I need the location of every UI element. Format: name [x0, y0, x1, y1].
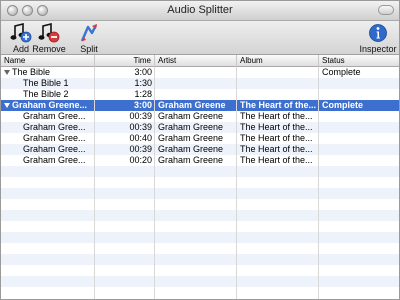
row-status: Complete: [322, 67, 361, 77]
empty-row: [1, 210, 399, 221]
column-divider: [236, 67, 237, 299]
row-status: [319, 78, 399, 89]
row-time: 1:28: [134, 89, 152, 99]
row-time: 00:39: [129, 122, 152, 132]
empty-row: [1, 265, 399, 276]
empty-row: [1, 177, 399, 188]
table-row[interactable]: Graham Gree... 00:39 Graham Greene The H…: [1, 111, 399, 122]
row-status: [319, 144, 399, 155]
empty-row: [1, 287, 399, 298]
empty-row: [1, 188, 399, 199]
row-name: The Bible: [12, 67, 51, 77]
row-artist: Graham Greene: [158, 122, 224, 132]
toolbar-toggle-button[interactable]: [378, 5, 394, 15]
column-divider: [94, 67, 95, 299]
row-artist: Graham Greene: [158, 155, 224, 165]
table-row[interactable]: Graham Gree... 00:20 Graham Greene The H…: [1, 155, 399, 166]
row-album: The Heart of the...: [240, 144, 313, 154]
table-row-selected-graham-greene[interactable]: Graham Greene... 3:00 Graham Greene The …: [1, 100, 399, 111]
row-name: Graham Gree...: [23, 155, 86, 165]
row-artist: [155, 78, 237, 89]
music-note-minus-icon: [38, 23, 60, 43]
remove-button[interactable]: Remove: [29, 22, 69, 54]
info-icon: [369, 24, 387, 42]
disclosure-triangle-icon[interactable]: [4, 103, 10, 108]
row-status: [319, 122, 399, 133]
split-button[interactable]: Split: [69, 22, 109, 54]
app-window: Audio Splitter Add Remove Split Inspecto…: [0, 0, 400, 300]
row-album: The Heart of the...: [240, 122, 313, 132]
row-status: Complete: [322, 100, 364, 110]
remove-button-label: Remove: [32, 44, 66, 54]
row-time: 3:00: [133, 100, 152, 110]
split-arrow-icon: [80, 24, 98, 42]
column-header-artist[interactable]: Artist: [155, 55, 237, 67]
table-rows: The Bible 3:00 Complete The Bible 1 1:30…: [1, 67, 399, 299]
row-name: The Bible 1: [23, 78, 69, 88]
empty-row: [1, 221, 399, 232]
column-header-album[interactable]: Album: [237, 55, 319, 67]
empty-row: [1, 199, 399, 210]
row-artist: Graham Greene: [158, 133, 224, 143]
row-status: [319, 89, 399, 100]
row-name-cell: The Bible: [1, 67, 95, 78]
split-button-label: Split: [80, 44, 98, 54]
column-header-name[interactable]: Name: [1, 55, 95, 67]
row-time: 00:20: [129, 155, 152, 165]
row-time: 00:39: [129, 144, 152, 154]
track-table[interactable]: Name Time Artist Album Status The Bible …: [1, 55, 399, 299]
row-album: The Heart of the...: [240, 111, 313, 121]
row-name: Graham Greene...: [12, 100, 88, 110]
table-row[interactable]: The Bible 1 1:30: [1, 78, 399, 89]
row-artist: Graham Greene: [158, 111, 224, 121]
row-artist: [155, 89, 237, 100]
row-album: The Heart of the...: [240, 155, 313, 165]
row-album: The Heart of the...: [240, 100, 317, 110]
empty-row: [1, 232, 399, 243]
row-album: [237, 89, 319, 100]
empty-row: [1, 166, 399, 177]
column-header-time[interactable]: Time: [95, 55, 155, 67]
row-name-cell: Graham Greene...: [1, 100, 95, 111]
column-divider: [154, 67, 155, 299]
row-status: [319, 111, 399, 122]
row-name: Graham Gree...: [23, 111, 86, 121]
row-album: [237, 78, 319, 89]
disclosure-triangle-icon[interactable]: [4, 70, 10, 75]
table-row[interactable]: Graham Gree... 00:40 Graham Greene The H…: [1, 133, 399, 144]
toolbar: Add Remove Split Inspector: [1, 21, 399, 55]
table-row[interactable]: The Bible 2 1:28: [1, 89, 399, 100]
table-row-bible[interactable]: The Bible 3:00 Complete: [1, 67, 399, 78]
row-name: Graham Gree...: [23, 144, 86, 154]
row-artist: [155, 67, 237, 78]
row-album: The Heart of the...: [240, 133, 313, 143]
row-name: Graham Gree...: [23, 122, 86, 132]
title-bar: Audio Splitter: [1, 1, 399, 21]
row-status: [319, 155, 399, 166]
empty-row: [1, 276, 399, 287]
column-header-status[interactable]: Status: [319, 55, 399, 67]
inspector-button-label: Inspector: [359, 44, 397, 54]
table-header: Name Time Artist Album Status: [1, 55, 399, 67]
row-name: The Bible 2: [23, 89, 69, 99]
table-row[interactable]: Graham Gree... 00:39 Graham Greene The H…: [1, 144, 399, 155]
row-artist: Graham Greene: [158, 100, 226, 110]
row-time: 00:39: [129, 111, 152, 121]
row-name: Graham Gree...: [23, 133, 86, 143]
row-album: [237, 67, 319, 78]
row-time: 00:40: [129, 133, 152, 143]
table-row[interactable]: Graham Gree... 00:39 Graham Greene The H…: [1, 122, 399, 133]
row-status: [319, 133, 399, 144]
row-time: 1:30: [134, 78, 152, 88]
empty-row: [1, 254, 399, 265]
window-title: Audio Splitter: [167, 4, 233, 16]
column-divider: [318, 67, 319, 299]
empty-row: [1, 243, 399, 254]
row-artist: Graham Greene: [158, 144, 224, 154]
row-time: 3:00: [134, 67, 152, 77]
inspector-button[interactable]: Inspector: [357, 22, 399, 54]
